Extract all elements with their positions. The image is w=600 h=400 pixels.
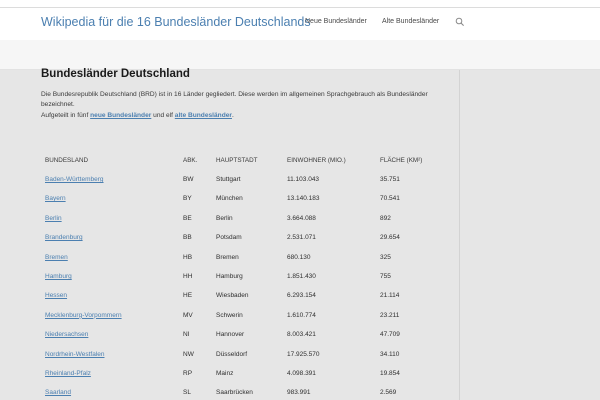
cell-einwohner: 1.610.774 (287, 311, 316, 319)
cell-flaeche: 47.709 (380, 331, 400, 339)
cell-abk: HE (183, 292, 193, 300)
cell-abk: MV (183, 311, 193, 319)
cell-flaeche: 2.569 (380, 389, 397, 397)
cell-flaeche: 755 (380, 273, 391, 280)
cell-abk: HB (183, 253, 193, 261)
sidebar (459, 70, 600, 400)
site-title-link[interactable]: Wikipedia für die 16 Bundesländer Deutsc… (41, 15, 311, 29)
cell-einwohner: 4.098.391 (287, 370, 316, 377)
cell-bundesland[interactable]: Rheinland-Pfalz (45, 370, 91, 377)
cell-abk: NI (183, 331, 190, 339)
cell-bundesland[interactable]: Berlin (45, 215, 62, 222)
cell-flaeche: 29.654 (380, 234, 400, 242)
cell-hauptstadt: Schwerin (216, 311, 243, 319)
cell-flaeche: 23.211 (380, 311, 400, 319)
cell-abk: BB (183, 234, 192, 242)
cell-abk: NW (183, 350, 194, 358)
cell-hauptstadt: Bremen (216, 253, 239, 261)
header-einwohner: Einwohner (Mio.) (287, 157, 346, 164)
intro-line-2-post: . (231, 111, 234, 119)
cell-hauptstadt: Hamburg (216, 273, 243, 280)
search-icon[interactable] (455, 17, 465, 27)
cell-hauptstadt: Potsdam (216, 234, 242, 242)
cell-bundesland[interactable]: Baden-Württemberg (45, 176, 104, 183)
cell-hauptstadt: München (216, 195, 243, 203)
header-hauptstadt: Hauptstadt (216, 157, 258, 164)
cell-abk: BW (183, 176, 194, 183)
cell-hauptstadt: Stuttgart (216, 176, 241, 183)
cell-bundesland[interactable]: Mecklenburg-Vorpommern (45, 312, 122, 319)
cell-abk: BY (183, 195, 192, 203)
site-header: Wikipedia für die 16 Bundesländer Deutsc… (0, 8, 600, 40)
cell-bundesland[interactable]: Bremen (45, 254, 68, 261)
link-alte-bundeslaender[interactable]: alte Bundesländer (175, 112, 232, 119)
cell-bundesland[interactable]: Nordrhein-Westfalen (45, 351, 105, 358)
cell-bundesland[interactable]: Hessen (45, 292, 67, 299)
cell-einwohner: 8.003.421 (287, 331, 316, 339)
cell-abk: BE (183, 214, 192, 222)
cell-hauptstadt: Düsseldorf (216, 350, 248, 358)
intro-line-1: Die Bundesrepublik Deutschland (BRD) ist… (41, 91, 428, 109)
cell-bundesland[interactable]: Brandenburg (45, 234, 83, 241)
cell-flaeche: 325 (380, 253, 391, 261)
cell-abk: RP (183, 370, 193, 377)
cell-einwohner: 6.293.154 (287, 292, 316, 300)
cell-einwohner: 17.925.570 (287, 350, 320, 358)
cell-hauptstadt: Saarbrücken (216, 389, 253, 397)
cell-bundesland[interactable]: Bayern (45, 195, 66, 202)
sub-header-bar (0, 40, 600, 70)
intro-text: Die Bundesrepublik Deutschland (BRD) ist… (41, 90, 441, 121)
page: Wikipedia für die 16 Bundesländer Deutsc… (0, 0, 600, 400)
nav-item-neue-bundeslaender[interactable]: Neue Bundesländer (305, 18, 367, 25)
top-bar (0, 0, 600, 8)
cell-hauptstadt: Hannover (216, 331, 245, 339)
nav-item-alte-bundeslaender[interactable]: Alte Bundesländer (382, 18, 439, 25)
cell-einwohner: 1.851.430 (287, 273, 316, 280)
cell-hauptstadt: Wiesbaden (216, 292, 249, 300)
link-neue-bundeslaender[interactable]: neue Bundesländer (90, 112, 151, 119)
cell-einwohner: 983.991 (287, 389, 311, 397)
cell-flaeche: 35.751 (380, 176, 400, 183)
cell-flaeche: 21.114 (380, 292, 400, 300)
page-title: Bundesländer Deutschland (41, 68, 190, 80)
cell-bundesland[interactable]: Niedersachsen (45, 331, 88, 338)
cell-einwohner: 680.130 (287, 253, 311, 261)
cell-flaeche: 19.854 (380, 370, 400, 377)
cell-hauptstadt: Berlin (216, 214, 233, 222)
intro-line-2-pre: Aufgeteilt in fünf (41, 111, 91, 119)
cell-einwohner: 2.531.071 (287, 234, 316, 242)
cell-abk: HH (183, 273, 193, 280)
header-bundesland: Bundesland (45, 157, 89, 164)
cell-flaeche: 34.110 (380, 350, 400, 358)
cell-bundesland[interactable]: Saarland (45, 389, 71, 396)
header-abk: Abk. (183, 157, 198, 164)
intro-line-2-mid: und elf (151, 111, 175, 119)
cell-bundesland[interactable]: Hamburg (45, 273, 72, 280)
cell-einwohner: 13.140.183 (287, 195, 320, 203)
header-flaeche: Fläche (km²) (380, 157, 423, 164)
cell-hauptstadt: Mainz (216, 370, 234, 377)
cell-flaeche: 892 (380, 214, 391, 222)
cell-abk: SL (183, 389, 191, 397)
cell-einwohner: 11.103.043 (287, 176, 320, 183)
cell-flaeche: 70.541 (380, 195, 400, 203)
cell-einwohner: 3.664.088 (287, 214, 316, 222)
